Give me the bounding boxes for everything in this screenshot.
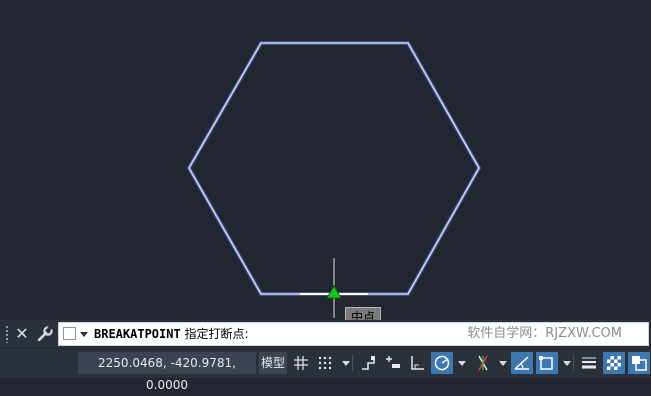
transparency-icon[interactable] xyxy=(603,352,625,374)
chevron-down-icon[interactable] xyxy=(342,361,350,366)
chevron-down-icon[interactable] xyxy=(499,361,507,366)
chevron-down-icon[interactable] xyxy=(80,332,88,337)
model-space-button[interactable]: 模型 xyxy=(259,352,287,374)
polar-icon[interactable] xyxy=(431,352,453,374)
chevron-down-icon[interactable] xyxy=(458,361,466,366)
snap-icon[interactable] xyxy=(314,352,336,374)
isodraft-icon[interactable] xyxy=(472,352,494,374)
dynamic-input-icon[interactable] xyxy=(382,352,404,374)
separator xyxy=(573,355,574,371)
command-prompt: BREAKATPOINT 指定打断点: xyxy=(94,323,249,345)
wrench-icon[interactable] xyxy=(35,324,55,344)
hexagon-outline[interactable] xyxy=(188,42,480,295)
separator xyxy=(352,355,353,371)
grip-handle-icon[interactable] xyxy=(5,325,9,343)
osnap-icon[interactable] xyxy=(536,352,558,374)
selection-cycling-icon[interactable] xyxy=(628,352,650,374)
drawing-canvas[interactable] xyxy=(0,0,651,318)
command-line-bar: ✕ BREAKATPOINT 指定打断点: 软件自学网：RJZXW.COM xyxy=(0,320,651,348)
hexagon-shape[interactable] xyxy=(186,41,482,296)
close-icon[interactable]: ✕ xyxy=(13,323,31,345)
osnap-tracking-icon[interactable] xyxy=(511,352,533,374)
coordinates-readout[interactable]: 2250.0468, -420.9781, 0.0000 xyxy=(78,352,256,392)
chevron-down-icon[interactable] xyxy=(563,361,571,366)
ortho-icon[interactable] xyxy=(406,352,428,374)
grid-icon[interactable] xyxy=(290,352,312,374)
command-input[interactable]: BREAKATPOINT 指定打断点: 软件自学网：RJZXW.COM xyxy=(58,322,649,346)
command-name: BREAKATPOINT xyxy=(94,327,181,341)
lineweight-icon[interactable] xyxy=(578,352,600,374)
watermark-text: 软件自学网：RJZXW.COM xyxy=(467,326,622,341)
infer-constraints-icon[interactable] xyxy=(357,352,379,374)
recent-commands-icon[interactable] xyxy=(63,327,76,340)
status-bar: 2250.0468, -420.9781, 0.0000 模型 xyxy=(0,349,651,392)
command-prompt-text: 指定打断点: xyxy=(180,327,249,341)
